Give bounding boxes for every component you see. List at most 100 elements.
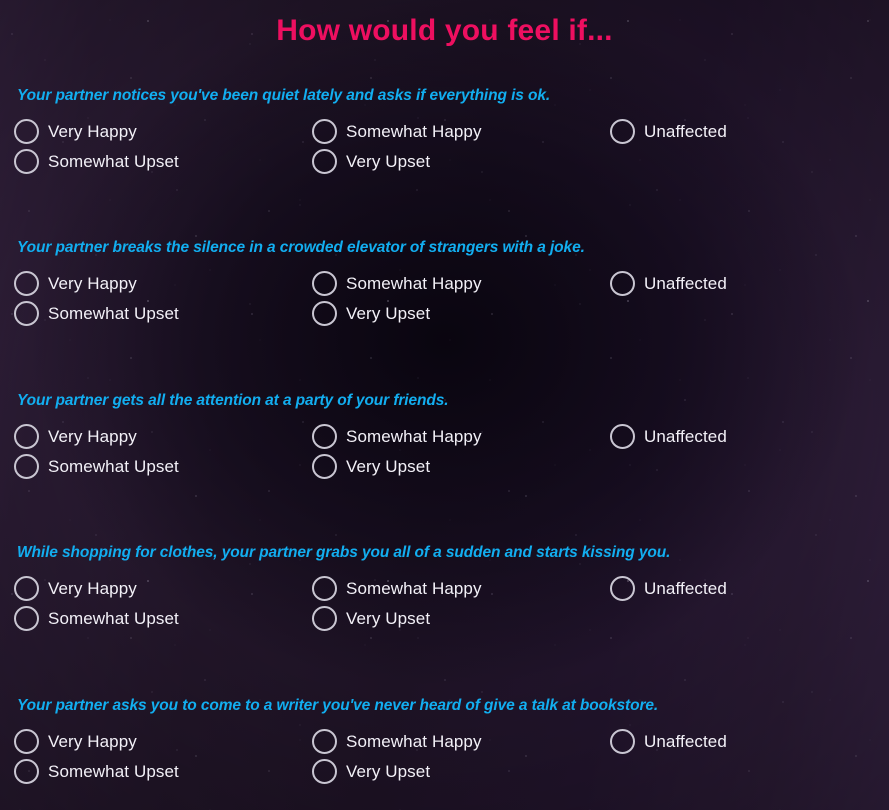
option-very-upset[interactable]: Very Upset [312, 605, 610, 633]
option-label: Unaffected [644, 121, 727, 141]
option-somewhat-happy[interactable]: Somewhat Happy [312, 117, 610, 145]
option-very-happy[interactable]: Very Happy [14, 270, 312, 298]
options-grid-1: Very Happy Somewhat Upset Somewhat Happy [14, 117, 875, 175]
radio-somewhat-happy-icon[interactable] [312, 271, 337, 297]
question-text-4: While shopping for clothes, your partner… [17, 544, 671, 562]
option-label: Very Upset [346, 456, 431, 476]
option-unaffected[interactable]: Unaffected [610, 270, 875, 298]
options-column-3: Unaffected [610, 727, 875, 785]
radio-very-happy-icon[interactable] [14, 118, 39, 144]
option-unaffected[interactable]: Unaffected [610, 117, 875, 145]
options-column-1: Very Happy Somewhat Upset [14, 270, 312, 328]
option-somewhat-happy[interactable]: Somewhat Happy [312, 270, 610, 298]
radio-very-upset-icon[interactable] [312, 148, 337, 174]
options-column-3: Unaffected [610, 270, 875, 328]
option-label: Very Happy [48, 731, 137, 751]
option-unaffected[interactable]: Unaffected [610, 575, 875, 603]
radio-somewhat-happy-icon[interactable] [312, 423, 337, 449]
option-somewhat-happy[interactable]: Somewhat Happy [312, 575, 610, 603]
option-label: Somewhat Upset [48, 151, 179, 171]
option-somewhat-upset[interactable]: Somewhat Upset [14, 452, 312, 480]
radio-somewhat-upset-icon[interactable] [14, 301, 39, 327]
option-label: Unaffected [644, 731, 727, 751]
option-somewhat-upset[interactable]: Somewhat Upset [14, 300, 312, 328]
option-label: Somewhat Happy [346, 121, 482, 141]
options-column-2: Somewhat Happy Very Upset [312, 575, 610, 633]
radio-very-upset-icon[interactable] [312, 606, 337, 632]
option-label: Very Upset [346, 151, 431, 171]
survey-content: How would you feel if... Your partner no… [0, 0, 889, 785]
options-grid-4: Very Happy Somewhat Upset Somewhat Happy [14, 575, 875, 633]
option-somewhat-upset[interactable]: Somewhat Upset [14, 147, 312, 175]
radio-somewhat-upset-icon[interactable] [14, 758, 39, 784]
option-very-happy[interactable]: Very Happy [14, 575, 312, 603]
option-label: Very Happy [48, 579, 137, 599]
option-label: Somewhat Upset [48, 304, 179, 324]
question-block-2: Your partner breaks the silence in a cro… [0, 239, 889, 328]
radio-somewhat-happy-icon[interactable] [312, 576, 337, 602]
radio-somewhat-happy-icon[interactable] [312, 728, 337, 754]
option-very-upset[interactable]: Very Upset [312, 147, 610, 175]
options-grid-5: Very Happy Somewhat Upset Somewhat Happy [14, 727, 875, 785]
radio-very-upset-icon[interactable] [312, 301, 337, 327]
options-grid-2: Very Happy Somewhat Upset Somewhat Happy [14, 270, 875, 328]
option-label: Somewhat Happy [346, 579, 482, 599]
radio-somewhat-happy-icon[interactable] [312, 118, 337, 144]
radio-somewhat-upset-icon[interactable] [14, 148, 39, 174]
radio-very-happy-icon[interactable] [14, 271, 39, 297]
option-label: Somewhat Upset [48, 456, 179, 476]
option-label: Very Upset [346, 761, 431, 781]
question-block-4: While shopping for clothes, your partner… [0, 544, 889, 633]
radio-unaffected-icon[interactable] [610, 576, 635, 602]
options-column-3: Unaffected [610, 422, 875, 480]
option-very-happy[interactable]: Very Happy [14, 117, 312, 145]
options-column-3: Unaffected [610, 117, 875, 175]
radio-very-upset-icon[interactable] [312, 758, 337, 784]
options-column-2: Somewhat Happy Very Upset [312, 117, 610, 175]
option-label: Very Happy [48, 121, 137, 141]
survey-page: How would you feel if... Your partner no… [0, 0, 889, 810]
question-block-3: Your partner gets all the attention at a… [0, 392, 889, 481]
radio-somewhat-upset-icon[interactable] [14, 606, 39, 632]
option-label: Very Upset [346, 609, 431, 629]
radio-very-upset-icon[interactable] [312, 453, 337, 479]
option-very-upset[interactable]: Very Upset [312, 452, 610, 480]
option-label: Unaffected [644, 274, 727, 294]
option-label: Somewhat Upset [48, 609, 179, 629]
options-column-1: Very Happy Somewhat Upset [14, 575, 312, 633]
radio-very-happy-icon[interactable] [14, 728, 39, 754]
radio-somewhat-upset-icon[interactable] [14, 453, 39, 479]
option-very-happy[interactable]: Very Happy [14, 727, 312, 755]
options-column-1: Very Happy Somewhat Upset [14, 727, 312, 785]
option-label: Somewhat Happy [346, 426, 482, 446]
options-column-2: Somewhat Happy Very Upset [312, 727, 610, 785]
option-somewhat-happy[interactable]: Somewhat Happy [312, 422, 610, 450]
radio-unaffected-icon[interactable] [610, 728, 635, 754]
radio-unaffected-icon[interactable] [610, 118, 635, 144]
radio-unaffected-icon[interactable] [610, 271, 635, 297]
question-text-3: Your partner gets all the attention at a… [17, 391, 449, 409]
option-somewhat-upset[interactable]: Somewhat Upset [14, 757, 312, 785]
option-unaffected[interactable]: Unaffected [610, 727, 875, 755]
option-somewhat-upset[interactable]: Somewhat Upset [14, 605, 312, 633]
radio-very-happy-icon[interactable] [14, 576, 39, 602]
option-label: Very Happy [48, 274, 137, 294]
radio-very-happy-icon[interactable] [14, 423, 39, 449]
option-label: Unaffected [644, 426, 727, 446]
question-block-1: Your partner notices you've been quiet l… [0, 87, 889, 176]
radio-unaffected-icon[interactable] [610, 423, 635, 449]
question-text-2: Your partner breaks the silence in a cro… [17, 239, 585, 257]
options-column-3: Unaffected [610, 575, 875, 633]
question-block-5: Your partner asks you to come to a write… [0, 697, 889, 786]
options-grid-3: Very Happy Somewhat Upset Somewhat Happy [14, 422, 875, 480]
option-somewhat-happy[interactable]: Somewhat Happy [312, 727, 610, 755]
option-label: Somewhat Happy [346, 274, 482, 294]
options-column-1: Very Happy Somewhat Upset [14, 117, 312, 175]
option-unaffected[interactable]: Unaffected [610, 422, 875, 450]
option-very-happy[interactable]: Very Happy [14, 422, 312, 450]
option-label: Somewhat Happy [346, 731, 482, 751]
option-very-upset[interactable]: Very Upset [312, 300, 610, 328]
option-label: Very Happy [48, 426, 137, 446]
option-very-upset[interactable]: Very Upset [312, 757, 610, 785]
question-text-5: Your partner asks you to come to a write… [17, 696, 659, 714]
